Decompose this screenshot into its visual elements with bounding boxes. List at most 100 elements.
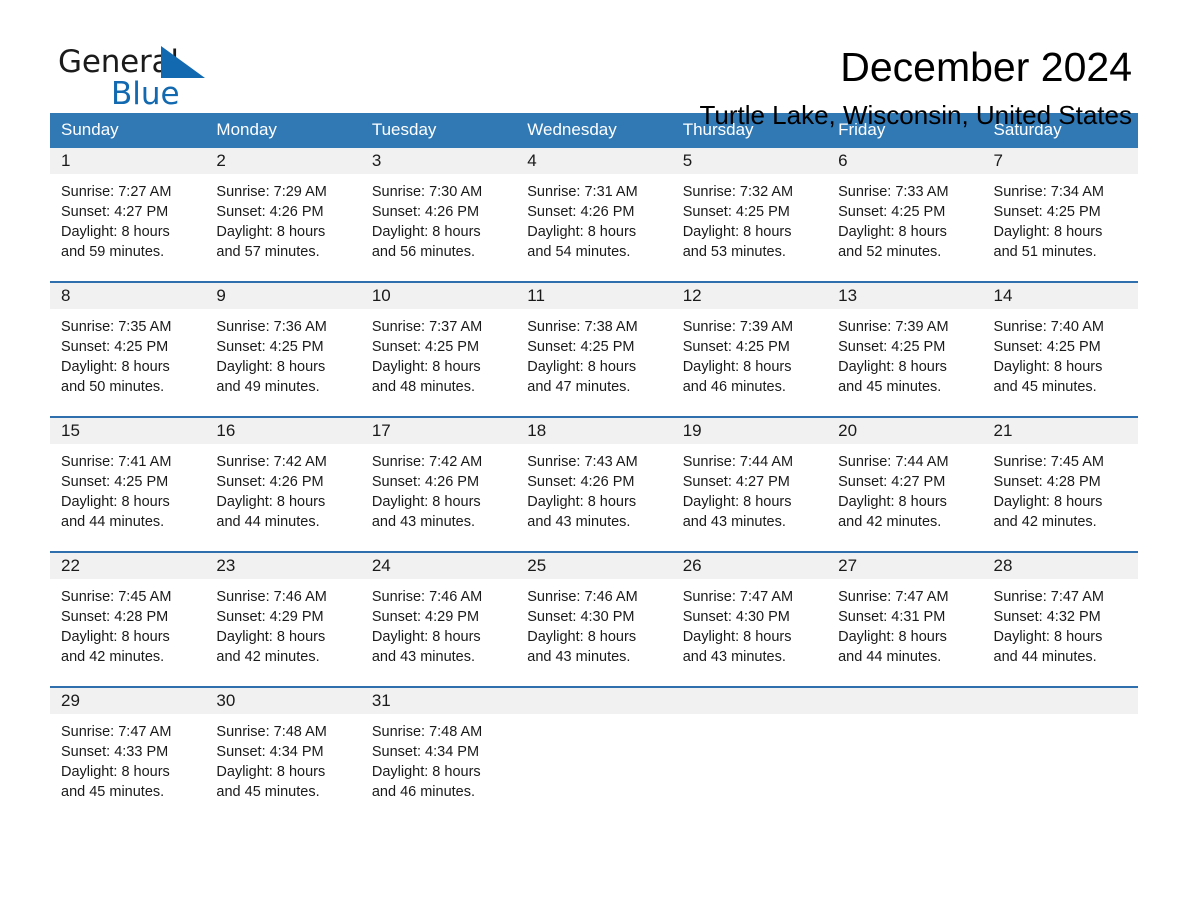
day-number: 27 [827,553,983,579]
day-details: Sunrise: 7:29 AM Sunset: 4:26 PM Daylight:… [205,174,360,262]
sunset-text: Sunset: 4:29 PM [216,609,324,625]
sunset-text: Sunset: 4:26 PM [216,474,324,490]
day-number: 18 [516,418,672,444]
daylight-text-line1: Daylight: 8 hours [682,494,792,510]
calendar-day-cell[interactable]: 10 Sunrise: 7:37 AM Sunset: 4:25 PM Dayligh… [360,281,517,417]
sunset-text: Sunset: 4:26 PM [527,474,635,490]
daylight-text-line2: and 44 minutes. [61,514,165,530]
daylight-text-line1: Daylight: 8 hours [61,494,170,510]
sunrise-text: Sunrise: 7:39 AM [838,319,949,335]
daylight-text-line1: Daylight: 8 hours [527,494,637,510]
calendar-day-cell[interactable]: 27 Sunrise: 7:47 AM Sunset: 4:31 PM Dayligh… [827,551,983,687]
sunrise-text: Sunrise: 7:47 AM [838,589,949,605]
sunrise-text: Sunrise: 7:46 AM [216,589,327,605]
day-details: Sunrise: 7:46 AM Sunset: 4:29 PM Daylight:… [205,579,360,667]
sunrise-text: Sunrise: 7:44 AM [838,454,949,470]
calendar-week-row: 1 Sunrise: 7:27 AM Sunset: 4:27 PM Daylight… [50,148,1138,282]
day-details: Sunrise: 7:48 AM Sunset: 4:34 PM Daylight:… [361,714,516,802]
calendar-day-cell[interactable]: 15 Sunrise: 7:41 AM Sunset: 4:25 PM Dayligh… [50,416,206,552]
calendar-day-cell[interactable]: 30 Sunrise: 7:48 AM Sunset: 4:34 PM Dayligh… [205,686,361,821]
calendar-day-cell[interactable]: 8 Sunrise: 7:35 AM Sunset: 4:25 PM Daylight… [50,281,206,417]
sunrise-text: Sunrise: 7:38 AM [527,319,638,335]
day-number [827,688,983,714]
day-number: 2 [205,148,361,174]
sunset-text: Sunset: 4:25 PM [682,339,790,355]
daylight-text-line2: and 52 minutes. [838,244,942,260]
daylight-text-line2: and 51 minutes. [993,244,1097,260]
calendar-day-cell[interactable]: 13 Sunrise: 7:39 AM Sunset: 4:25 PM Dayligh… [827,281,983,417]
daylight-text-line1: Daylight: 8 hours [216,629,326,645]
sunset-text: Sunset: 4:25 PM [838,204,946,220]
daylight-text-line2: and 43 minutes. [682,514,786,530]
daylight-text-line2: and 54 minutes. [527,244,631,260]
calendar-day-cell[interactable]: 11 Sunrise: 7:38 AM Sunset: 4:25 PM Dayligh… [516,281,672,417]
daylight-text-line2: and 56 minutes. [371,244,476,260]
day-details: Sunrise: 7:44 AM Sunset: 4:27 PM Daylight:… [827,444,982,532]
daylight-text-line2: and 42 minutes. [838,514,942,530]
daylight-text-line2: and 45 minutes. [61,784,165,800]
calendar-day-cell[interactable]: 22 Sunrise: 7:45 AM Sunset: 4:28 PM Dayligh… [50,551,206,687]
day-number: 20 [827,418,983,444]
calendar-day-cell[interactable]: 21 Sunrise: 7:45 AM Sunset: 4:28 PM Dayligh… [982,416,1138,552]
daylight-text-line2: and 43 minutes. [371,514,476,530]
day-number: 30 [205,688,361,714]
calendar-day-cell[interactable]: 25 Sunrise: 7:46 AM Sunset: 4:30 PM Dayligh… [516,551,672,687]
sunset-text: Sunset: 4:27 PM [838,474,946,490]
calendar-day-cell[interactable]: 29 Sunrise: 7:47 AM Sunset: 4:33 PM Dayligh… [50,686,206,821]
calendar-day-cell[interactable]: 2 Sunrise: 7:29 AM Sunset: 4:26 PM Daylight… [205,148,361,282]
day-details: Sunrise: 7:39 AM Sunset: 4:25 PM Daylight:… [672,309,827,397]
daylight-text-line1: Daylight: 8 hours [993,359,1103,375]
calendar-day-cell[interactable]: 31 Sunrise: 7:48 AM Sunset: 4:34 PM Dayligh… [360,686,517,821]
sunrise-text: Sunrise: 7:30 AM [371,184,483,200]
daylight-text-line1: Daylight: 8 hours [993,629,1103,645]
calendar-day-cell[interactable]: 16 Sunrise: 7:42 AM Sunset: 4:26 PM Dayligh… [205,416,361,552]
day-number: 17 [360,418,517,444]
calendar-day-cell[interactable]: 1 Sunrise: 7:27 AM Sunset: 4:27 PM Daylight… [50,148,206,282]
day-details: Sunrise: 7:47 AM Sunset: 4:33 PM Daylight:… [50,714,205,802]
daylight-text-line2: and 43 minutes. [371,649,476,665]
calendar-day-cell[interactable]: 12 Sunrise: 7:39 AM Sunset: 4:25 PM Dayligh… [671,281,828,417]
calendar-day-cell[interactable]: 24 Sunrise: 7:46 AM Sunset: 4:29 PM Dayligh… [360,551,517,687]
sunrise-text: Sunrise: 7:32 AM [682,184,794,200]
calendar-day-cell[interactable]: 7 Sunrise: 7:34 AM Sunset: 4:25 PM Daylight… [982,148,1138,282]
daylight-text-line2: and 44 minutes. [216,514,320,530]
calendar-body: 1 Sunrise: 7:27 AM Sunset: 4:27 PM Daylight… [50,148,1138,821]
daylight-text-line2: and 44 minutes. [993,649,1097,665]
day-details: Sunrise: 7:44 AM Sunset: 4:27 PM Daylight:… [672,444,827,532]
daylight-text-line1: Daylight: 8 hours [838,494,947,510]
daylight-text-line2: and 43 minutes. [682,649,786,665]
calendar-day-cell[interactable]: 17 Sunrise: 7:42 AM Sunset: 4:26 PM Dayligh… [360,416,517,552]
sunset-text: Sunset: 4:28 PM [61,609,169,625]
calendar-day-cell[interactable]: 18 Sunrise: 7:43 AM Sunset: 4:26 PM Dayligh… [516,416,672,552]
day-details: Sunrise: 7:41 AM Sunset: 4:25 PM Daylight:… [50,444,205,532]
calendar-day-cell[interactable]: 23 Sunrise: 7:46 AM Sunset: 4:29 PM Dayligh… [205,551,361,687]
day-number: 9 [205,283,361,309]
day-details: Sunrise: 7:39 AM Sunset: 4:25 PM Daylight:… [827,309,982,397]
calendar-day-cell[interactable]: 20 Sunrise: 7:44 AM Sunset: 4:27 PM Dayligh… [827,416,983,552]
sunrise-text: Sunrise: 7:41 AM [61,454,172,470]
daylight-text-line2: and 50 minutes. [61,379,165,395]
sunrise-text: Sunrise: 7:43 AM [527,454,638,470]
day-number: 3 [360,148,517,174]
day-details: Sunrise: 7:27 AM Sunset: 4:27 PM Daylight:… [50,174,205,262]
calendar-day-cell[interactable]: 4 Sunrise: 7:31 AM Sunset: 4:26 PM Daylight… [516,148,672,282]
calendar-day-cell[interactable]: 5 Sunrise: 7:32 AM Sunset: 4:25 PM Daylight… [671,148,828,282]
calendar-day-cell[interactable]: 26 Sunrise: 7:47 AM Sunset: 4:30 PM Dayligh… [671,551,828,687]
sunrise-text: Sunrise: 7:46 AM [527,589,638,605]
calendar-day-cell[interactable]: 19 Sunrise: 7:44 AM Sunset: 4:27 PM Dayligh… [671,416,828,552]
sunset-text: Sunset: 4:34 PM [371,744,480,760]
calendar-day-cell[interactable]: 3 Sunrise: 7:30 AM Sunset: 4:26 PM Daylight… [360,148,517,282]
day-details: Sunrise: 7:38 AM Sunset: 4:25 PM Daylight:… [516,309,671,397]
calendar-day-cell[interactable]: 9 Sunrise: 7:36 AM Sunset: 4:25 PM Daylight… [205,281,361,417]
calendar-day-cell[interactable]: 14 Sunrise: 7:40 AM Sunset: 4:25 PM Dayligh… [982,281,1138,417]
day-number: 6 [827,148,983,174]
calendar-day-cell[interactable]: 28 Sunrise: 7:47 AM Sunset: 4:32 PM Dayligh… [982,551,1138,687]
day-number [982,688,1138,714]
calendar-day-cell[interactable]: 6 Sunrise: 7:33 AM Sunset: 4:25 PM Daylight… [827,148,983,282]
daylight-text-line1: Daylight: 8 hours [838,629,947,645]
daylight-text-line2: and 46 minutes. [371,784,476,800]
sunset-text: Sunset: 4:33 PM [61,744,169,760]
day-number: 8 [50,283,206,309]
day-number: 15 [50,418,206,444]
sunset-text: Sunset: 4:26 PM [527,204,635,220]
